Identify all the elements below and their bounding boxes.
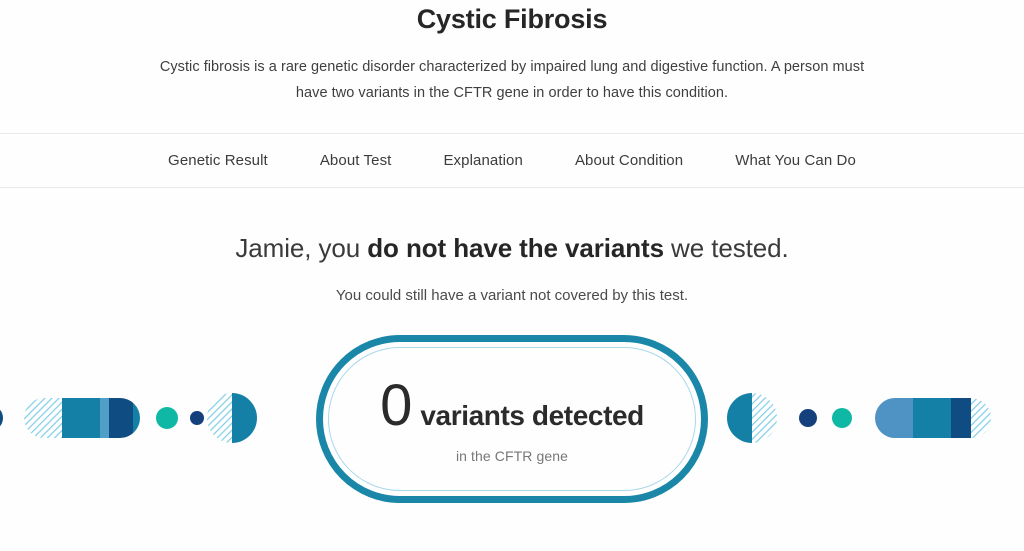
tab-genetic-result[interactable]: Genetic Result	[142, 133, 294, 188]
dot-green-teal	[832, 408, 852, 428]
badge-main-line: 0 variants detected	[380, 373, 644, 438]
variant-count: 0	[380, 373, 412, 438]
result-headline-emphasis: do not have the variants	[367, 233, 664, 263]
tab-what-you-can-do[interactable]: What You Can Do	[709, 133, 882, 188]
result-headline-prefix: Jamie, you	[235, 233, 368, 263]
capsule-hatched-right	[875, 398, 991, 438]
badge-gene-subtext: in the CFTR gene	[455, 448, 569, 464]
result-page: Cystic Fibrosis Cystic fibrosis is a rar…	[0, 0, 1024, 551]
page-description: Cystic fibrosis is a rare genetic disord…	[159, 59, 865, 101]
page-header: Cystic Fibrosis Cystic fibrosis is a rar…	[0, 0, 1024, 106]
badge-content: 0 variants detected in the CFTR gene	[380, 373, 644, 465]
capsule-hatched-left	[24, 398, 140, 438]
chromosome-illustration-left	[0, 393, 257, 443]
edge-dot-navy	[0, 405, 3, 431]
result-statement: Jamie, you do not have the variants we t…	[0, 231, 1024, 307]
variant-count-label: variants detected	[420, 400, 644, 431]
chromosome-illustration-right	[727, 393, 991, 443]
result-headline-suffix: we tested.	[663, 233, 789, 263]
dot-navy-small	[799, 409, 817, 427]
tab-explanation[interactable]: Explanation	[417, 133, 549, 188]
dot-green-teal	[156, 407, 178, 429]
dot-navy-small	[190, 411, 204, 425]
half-circle-hatched-left	[207, 393, 257, 443]
result-headline: Jamie, you do not have the variants we t…	[0, 231, 1024, 265]
badge-row: 0 variants detected in the CFTR gene	[0, 335, 1024, 535]
half-circle-hatched-right	[727, 393, 777, 443]
page-title: Cystic Fibrosis	[416, 4, 608, 34]
tab-about-condition[interactable]: About Condition	[549, 133, 709, 188]
tab-about-test[interactable]: About Test	[294, 133, 418, 188]
variants-detected-badge: 0 variants detected in the CFTR gene	[316, 335, 708, 503]
result-disclaimer: You could still have a variant not cover…	[335, 287, 689, 304]
section-tabs: Genetic Result About Test Explanation Ab…	[0, 133, 1024, 188]
